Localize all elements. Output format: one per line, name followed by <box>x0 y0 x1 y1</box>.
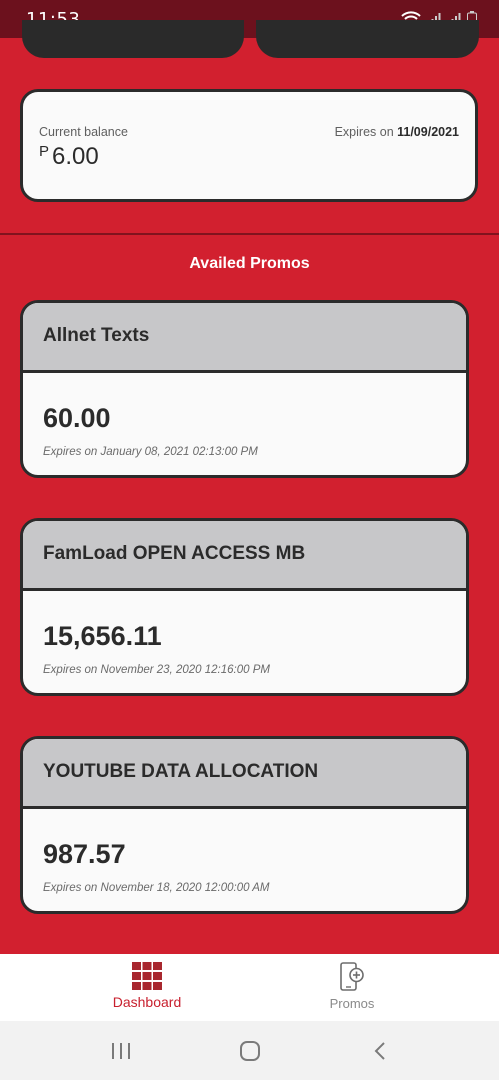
balance-expiry-label: Expires on <box>334 125 398 139</box>
promo-value: 15,656.11 <box>43 621 162 651</box>
balance-label: Current balance <box>39 125 128 139</box>
promo-name: Allnet Texts <box>43 325 150 346</box>
back-icon[interactable] <box>369 1039 393 1063</box>
balance-amount: P 6.00 <box>39 143 99 171</box>
promo-name: FamLoad OPEN ACCESS MB <box>43 543 306 564</box>
bottom-nav: Dashboard Promos <box>0 954 499 1021</box>
promo-expiry: Expires on November 18, 2020 12:00:00 AM <box>43 882 270 894</box>
promo-card-famload[interactable]: FamLoad OPEN ACCESS MB 15,656.11 Expires… <box>20 518 469 696</box>
promo-header: Allnet Texts <box>23 303 466 373</box>
balance-value: 6.00 <box>52 143 99 170</box>
promo-expiry: Expires on January 08, 2021 02:13:00 PM <box>43 446 258 458</box>
nav-dashboard[interactable]: Dashboard <box>72 962 222 1018</box>
divider <box>0 233 499 235</box>
nav-dashboard-label: Dashboard <box>112 994 182 1010</box>
promo-header: FamLoad OPEN ACCESS MB <box>23 521 466 591</box>
nav-promos[interactable]: Promos <box>277 962 427 1018</box>
top-card-right[interactable] <box>256 20 479 58</box>
promo-card-youtube[interactable]: YOUTUBE DATA ALLOCATION 987.57 Expires o… <box>20 736 469 914</box>
promo-value: 60.00 <box>43 403 111 433</box>
promo-name: YOUTUBE DATA ALLOCATION <box>43 761 319 782</box>
currency-symbol: P <box>39 143 50 160</box>
grid-icon <box>132 962 162 990</box>
top-card-left[interactable] <box>22 20 244 58</box>
home-icon[interactable] <box>238 1039 262 1063</box>
nav-promos-label: Promos <box>329 996 375 1011</box>
promo-card-allnet-texts[interactable]: Allnet Texts 60.00 Expires on January 08… <box>20 300 469 478</box>
balance-card: Current balance Expires on 11/09/2021 P6… <box>20 89 478 202</box>
promo-value: 987.57 <box>43 839 126 869</box>
section-title: Availed Promos <box>189 255 310 272</box>
promo-expiry: Expires on November 23, 2020 12:16:00 PM <box>43 664 270 676</box>
promo-header: YOUTUBE DATA ALLOCATION <box>23 739 466 809</box>
phone-add-icon <box>340 962 364 991</box>
recent-apps-icon[interactable] <box>109 1039 133 1063</box>
system-nav-bar <box>0 1021 499 1080</box>
balance-expiry: Expires on 11/09/2021 <box>335 125 459 139</box>
balance-expiry-date: 11/09/2021 <box>397 125 459 139</box>
